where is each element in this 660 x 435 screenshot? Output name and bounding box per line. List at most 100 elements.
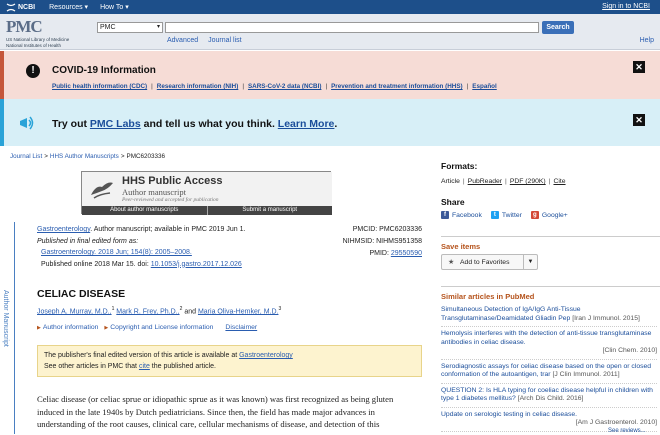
citation-availability: . Author manuscript; available in PMC 20… (90, 226, 246, 233)
list-item[interactable]: Hemolysis interferes with the detection … (441, 330, 657, 360)
nih-label: National Institutes of Health (6, 42, 62, 48)
covid-link-ncbi[interactable]: SARS-CoV-2 data (NCBI) (248, 83, 321, 90)
search-button[interactable]: Search (542, 21, 574, 34)
list-item[interactable]: Simultaneous Detection of IgA/IgG Anti-T… (441, 306, 657, 327)
close-icon[interactable]: ✕ (633, 61, 645, 73)
formats-list: Article | PubReader | PDF (290K) | Cite (441, 178, 566, 185)
hhs-eagle-icon (91, 182, 113, 199)
sign-in-link[interactable]: Sign in to NCBI (602, 3, 650, 10)
journal-link[interactable]: Gastroenterology (37, 226, 90, 233)
howto-menu[interactable]: How To ▾ (100, 3, 129, 11)
covid-link-nih[interactable]: Research information (NIH) (157, 83, 239, 90)
separator: | (151, 83, 153, 90)
search-input[interactable] (165, 22, 539, 33)
ncbi-top-bar: NCBI Resources ▾ How To ▾ Sign in to NCB… (0, 0, 660, 14)
share-google[interactable]: g Google+ (530, 211, 568, 219)
author-manuscript-side-label: Author Manuscript (2, 290, 9, 347)
breadcrumb-journal-list[interactable]: Journal List (10, 153, 42, 160)
author-murray[interactable]: Joseph A. Murray, M.D., (37, 308, 112, 315)
covid-title: COVID-19 Information (52, 65, 156, 76)
chevron-down-icon: ▾ (84, 4, 89, 11)
article-body: Celiac disease (or celiac sprue or idiop… (37, 394, 394, 429)
citation-published-form: Published in final edited form as: (37, 237, 139, 245)
submit-manuscript-link[interactable]: Submit a manuscript (206, 206, 333, 215)
published-online: Published online 2018 Mar 15. doi: (41, 260, 151, 268)
twitter-icon: t (490, 211, 499, 219)
citation: Gastroenterology. Author manuscript; ava… (37, 224, 245, 270)
learn-more-link[interactable]: Learn More (278, 118, 335, 130)
hhs-public-access-banner: HHS Public Access Author manuscript Peer… (81, 171, 333, 215)
covid-link-hhs[interactable]: Prevention and treatment information (HH… (331, 83, 463, 90)
resources-menu[interactable]: Resources ▾ (49, 3, 88, 11)
breadcrumb-current: PMC6203336 (126, 153, 166, 160)
chevron-down-icon: ▾ (156, 24, 160, 30)
affiliation-sup: 3 (278, 306, 282, 312)
share-links: f Facebook t Twitter g Google+ (441, 211, 568, 219)
database-select[interactable]: PMC ▾ (97, 22, 163, 33)
authors: Joseph A. Murray, M.D.,1 Mark R. Frey, P… (37, 306, 281, 315)
gastroenterology-link[interactable]: Gastroenterology (239, 352, 293, 359)
affiliation-sup: 1 (111, 306, 115, 312)
hhs-banner-image: HHS Public Access Author manuscript Peer… (82, 172, 332, 206)
close-icon[interactable]: ✕ (633, 114, 645, 126)
article-title: CELIAC DISEASE (37, 288, 126, 300)
pmc-labs-link[interactable]: PMC Labs (90, 118, 141, 130)
pmid-label: PMID: (369, 250, 391, 257)
chevron-down-icon: ▾ (125, 4, 129, 11)
format-pubreader[interactable]: PubReader (468, 178, 502, 185)
author-oliva-hemker[interactable]: Maria Oliva-Hemker, M.D. (198, 308, 279, 315)
breadcrumb-separator: > (44, 153, 48, 160)
advanced-search-link[interactable]: Advanced (167, 37, 198, 44)
journal-list-link[interactable]: Journal list (208, 37, 241, 44)
chevron-down-icon[interactable]: ▼ (523, 255, 537, 269)
triangle-right-icon: ▶ (104, 325, 109, 331)
list-item[interactable]: Serodiagnostic assays for celiac disease… (441, 363, 657, 384)
format-article: Article (441, 178, 460, 185)
ncbi-logo-text: NCBI (18, 3, 36, 11)
pmc-logo[interactable]: PMC US National Library of Medicine Nati… (6, 17, 86, 48)
pmc-logo-text: PMC (6, 17, 43, 36)
share-twitter[interactable]: t Twitter (490, 211, 522, 219)
help-link[interactable]: Help (640, 37, 654, 44)
facebook-icon: f (441, 211, 449, 219)
author-frey[interactable]: Mark R. Frey, Ph.D., (116, 308, 179, 315)
google-plus-icon: g (530, 211, 539, 219)
pmid-link[interactable]: 29550590 (391, 250, 422, 257)
side-divider (14, 222, 15, 434)
about-manuscripts-link[interactable]: About author manuscripts (82, 206, 207, 215)
breadcrumb-hhs[interactable]: HHS Author Manuscripts (50, 153, 119, 160)
covid-link-cdc[interactable]: Public health information (CDC) (52, 83, 147, 90)
add-to-favorites-button[interactable]: ★ Add to Favorites ▼ (441, 254, 538, 270)
star-icon: ★ (448, 259, 455, 266)
ncbi-logo[interactable]: NCBI (6, 3, 35, 12)
separator: | (242, 83, 244, 90)
pmcid: PMCID: PMC6203336 (352, 226, 422, 233)
list-item[interactable]: QUESTION 2: Is HLA typing for coeliac di… (441, 387, 657, 408)
affiliation-sup: 2 (179, 306, 183, 312)
publisher-notice: The publisher's final edited version of … (37, 345, 422, 377)
disclaimer-link[interactable]: Disclaimer (225, 324, 257, 331)
divider (441, 286, 660, 287)
share-facebook[interactable]: f Facebook (441, 211, 482, 219)
exclamation-icon: ! (26, 64, 40, 78)
hhs-title: HHS Public Access (122, 175, 223, 187)
copyright-toggle[interactable]: ▶ Copyright and License information (104, 324, 213, 331)
similar-articles-heading: Similar articles in PubMed (441, 292, 535, 301)
hhs-tagline: Peer-reviewed and accepted for publicati… (122, 197, 219, 203)
covid-links: Public health information (CDC) | Resear… (52, 83, 497, 90)
divider (441, 236, 660, 237)
article-ids: PMCID: PMC6203336 NIHMSID: NIHMS951358 P… (318, 224, 422, 260)
format-pdf[interactable]: PDF (290K) (510, 178, 546, 185)
see-reviews-link[interactable]: See reviews... (608, 428, 646, 434)
breadcrumb: Journal List > HHS Author Manuscripts > … (10, 153, 165, 160)
article-info-links: ▶ Author information ▶ Copyright and Licen… (37, 324, 257, 331)
separator: | (466, 83, 469, 90)
covid-link-espanol[interactable]: Español (472, 83, 497, 90)
published-version-link[interactable]: Gastroenterology. 2018 Jun; 154(8): 2005… (41, 249, 192, 256)
format-cite[interactable]: Cite (553, 178, 565, 185)
author-info-toggle[interactable]: ▶ Author information (37, 324, 98, 331)
share-heading: Share (441, 197, 465, 207)
cite-link[interactable]: cite (139, 363, 150, 370)
doi-link[interactable]: 10.1053/j.gastro.2017.12.026 (151, 261, 242, 268)
megaphone-icon (20, 116, 34, 130)
